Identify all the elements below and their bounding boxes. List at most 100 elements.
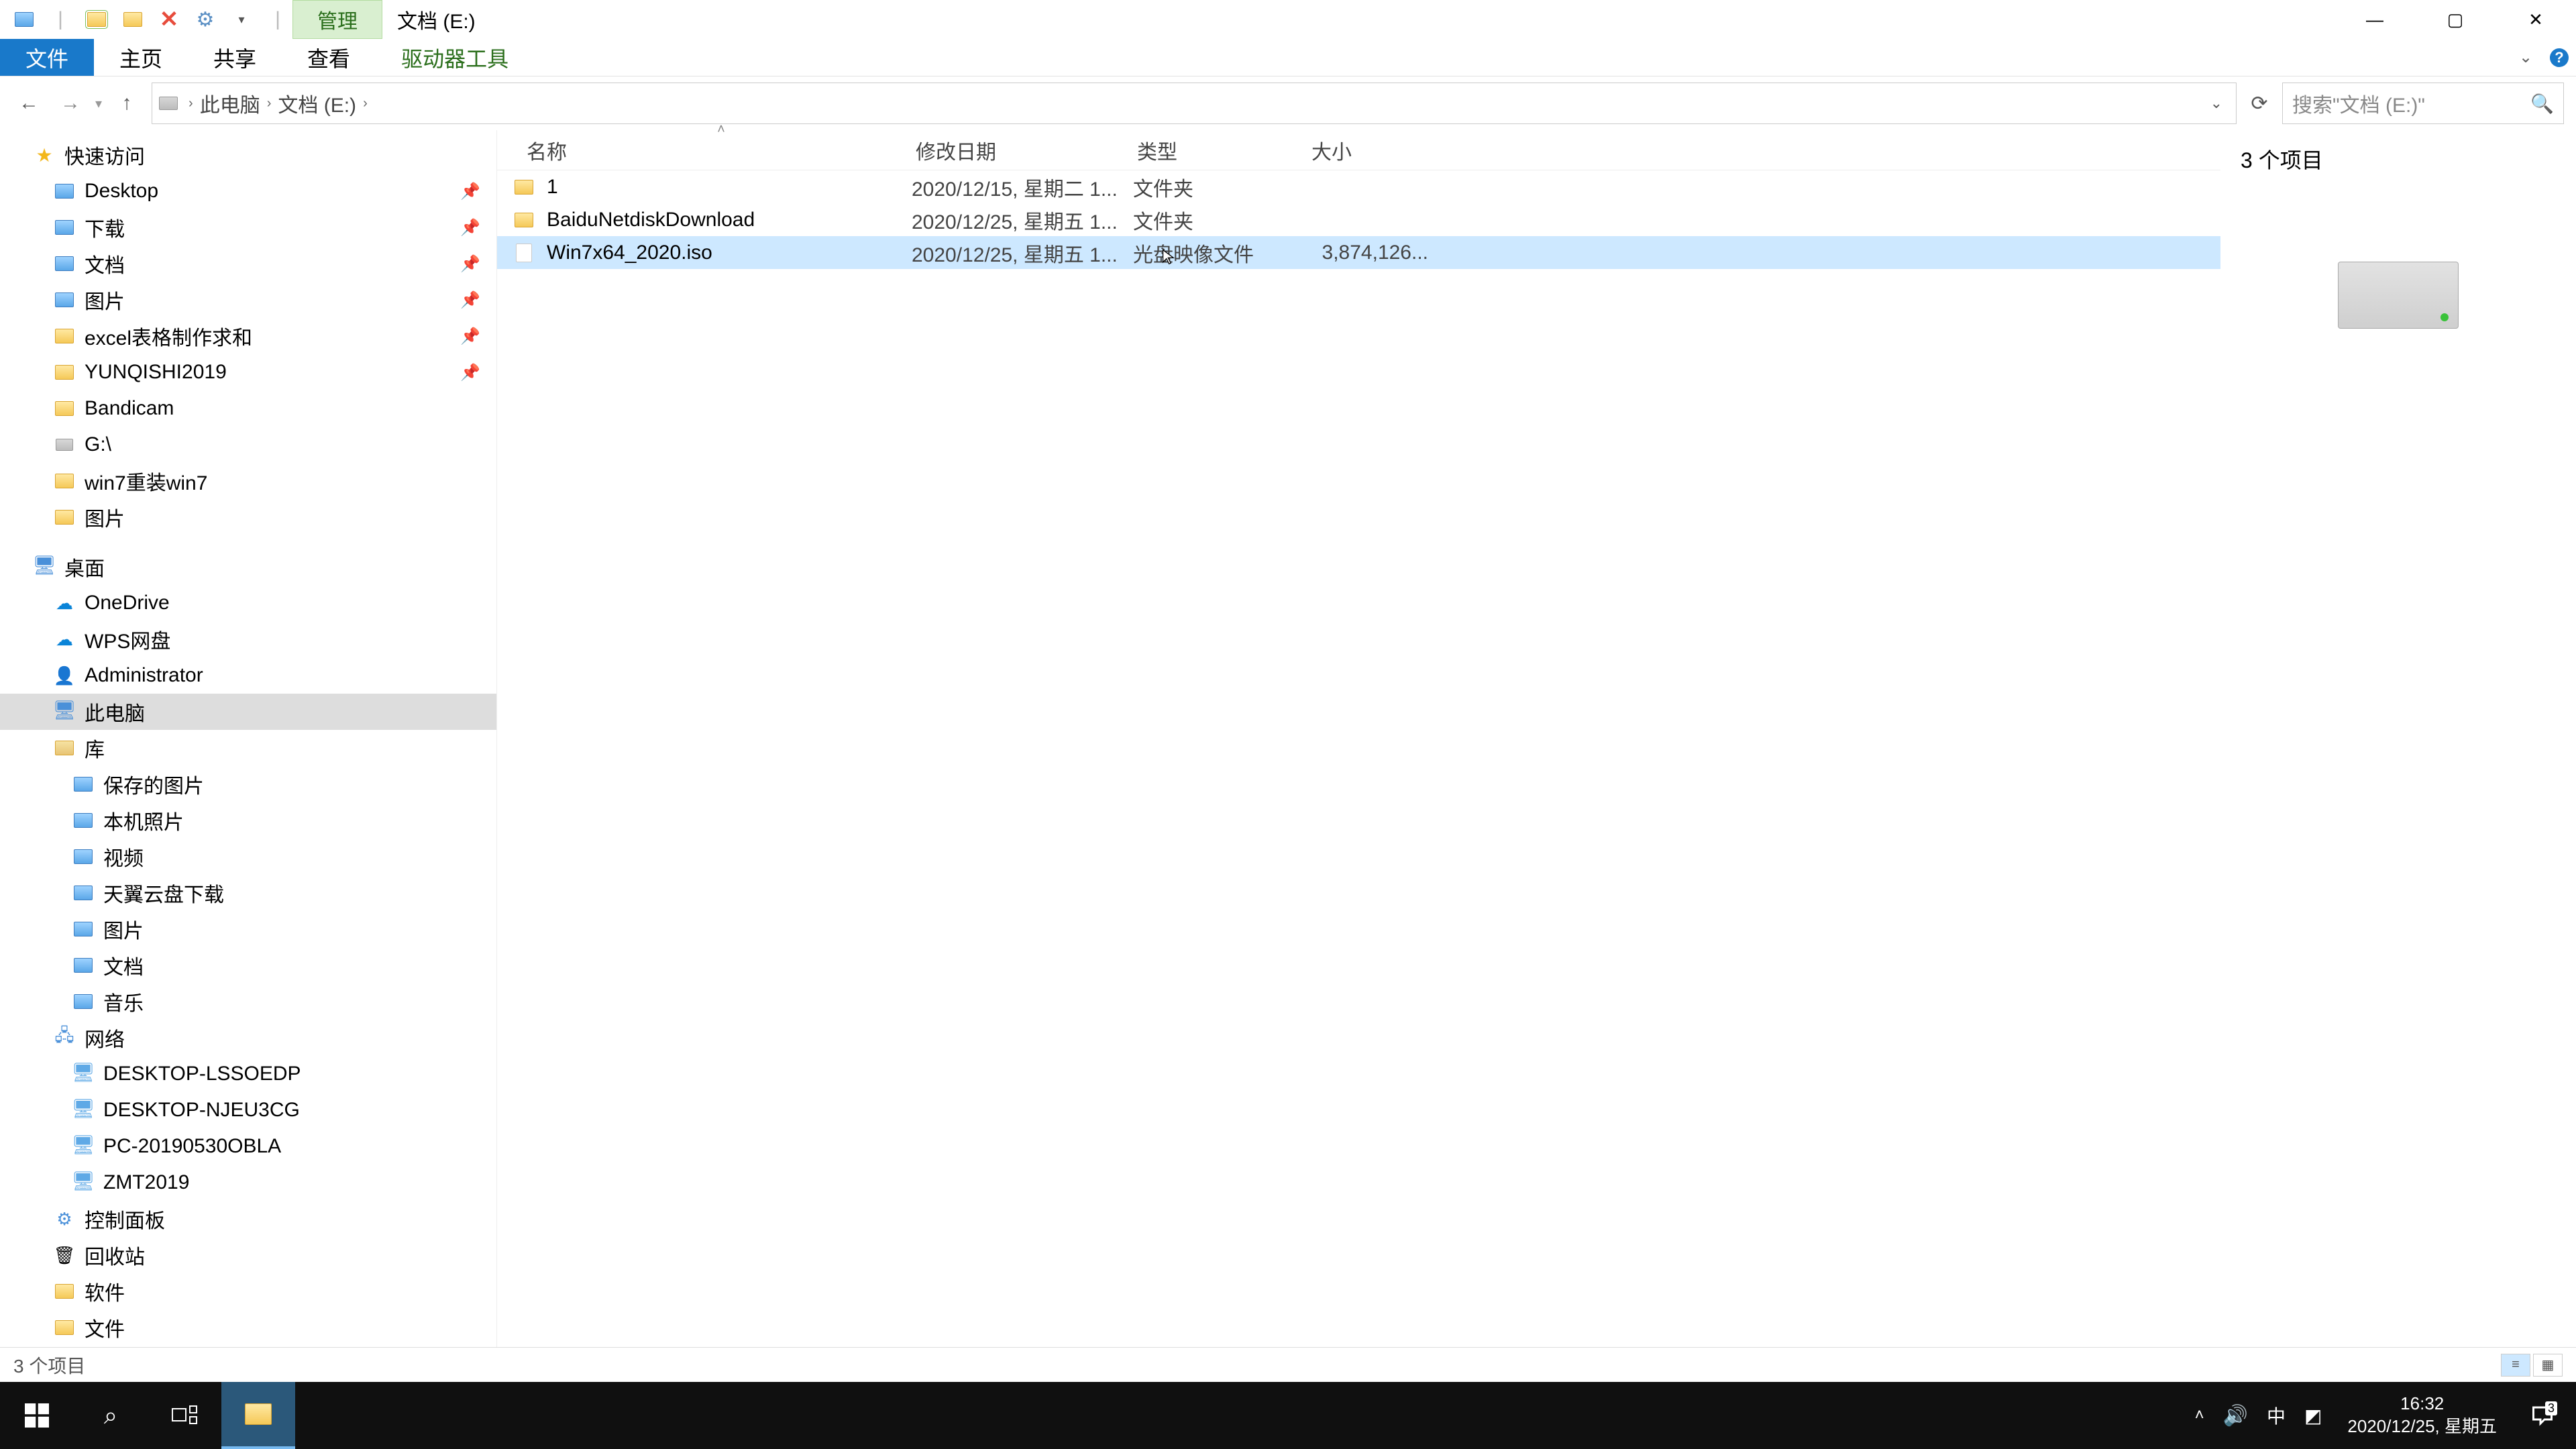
close-button[interactable]: ✕ bbox=[2496, 0, 2576, 39]
user-icon: 👤 bbox=[54, 665, 75, 686]
ribbon-expand-icon[interactable]: ⌄ bbox=[2509, 39, 2542, 76]
nav-forward-button[interactable]: → bbox=[54, 87, 87, 120]
sidebar-item[interactable]: 🗑回收站 bbox=[0, 1237, 496, 1273]
search-box[interactable]: 搜索"文档 (E:)" 🔍 bbox=[2282, 83, 2564, 124]
sidebar-item[interactable]: win7重装win7 bbox=[0, 463, 496, 499]
column-size[interactable]: 大小 bbox=[1311, 136, 1432, 165]
sidebar-item[interactable]: excel表格制作求和📌 bbox=[0, 318, 496, 354]
sidebar-item-label: DESKTOP-NJEU3CG bbox=[103, 1099, 300, 1122]
sidebar-item[interactable]: 库 bbox=[0, 730, 496, 766]
security-icon[interactable]: ◩ bbox=[2304, 1405, 2322, 1427]
sidebar-item[interactable]: 文件 bbox=[0, 1309, 496, 1346]
windows-icon bbox=[25, 1403, 49, 1428]
volume-icon[interactable]: 🔊 bbox=[2223, 1404, 2248, 1428]
ribbon-tab-drive-tools[interactable]: 驱动器工具 bbox=[376, 39, 534, 76]
folder-icon bbox=[55, 329, 74, 343]
sidebar-item[interactable]: 保存的图片 bbox=[0, 766, 496, 802]
help-button[interactable]: ? bbox=[2542, 39, 2576, 76]
tray-overflow-icon[interactable]: ˄ bbox=[2195, 1406, 2204, 1425]
maximize-button[interactable]: ▢ bbox=[2415, 0, 2496, 39]
sidebar-item[interactable]: YUNQISHI2019📌 bbox=[0, 354, 496, 390]
column-date[interactable]: 修改日期 bbox=[916, 136, 1137, 165]
chevron-right-icon[interactable]: › bbox=[360, 96, 370, 111]
sidebar-item[interactable]: ☁OneDrive bbox=[0, 585, 496, 621]
breadcrumb-dropdown[interactable]: ⌄ bbox=[2204, 95, 2229, 112]
sidebar-item[interactable]: 文档 bbox=[0, 947, 496, 983]
qat-new-folder-icon[interactable] bbox=[118, 5, 148, 34]
sidebar-item[interactable]: ★快速访问 bbox=[0, 137, 496, 173]
sidebar-item[interactable]: Bandicam bbox=[0, 390, 496, 427]
file-row[interactable]: Win7x64_2020.iso2020/12/25, 星期五 1...光盘映像… bbox=[497, 236, 2220, 269]
pin-icon: 📌 bbox=[460, 218, 496, 237]
ime-indicator[interactable]: 中 bbox=[2267, 1402, 2286, 1429]
ribbon-tab-share[interactable]: 共享 bbox=[188, 39, 282, 76]
ribbon-tab-view[interactable]: 查看 bbox=[282, 39, 376, 76]
view-switcher: ≡ ▦ bbox=[2501, 1354, 2563, 1377]
search-button[interactable]: ⌕ bbox=[74, 1382, 148, 1449]
sidebar-item[interactable]: 下载📌 bbox=[0, 209, 496, 246]
qat-delete-icon[interactable]: ✕ bbox=[154, 5, 184, 34]
sidebar-item[interactable]: 🖥DESKTOP-LSSOEDP bbox=[0, 1056, 496, 1092]
sidebar-item[interactable]: 🖥ZMT2019 bbox=[0, 1165, 496, 1201]
nav-up-button[interactable]: ↑ bbox=[110, 87, 144, 120]
chevron-right-icon[interactable]: › bbox=[186, 96, 196, 111]
qat-app-icon[interactable] bbox=[9, 5, 39, 34]
qat-settings-icon[interactable]: ⚙ bbox=[191, 5, 220, 34]
file-name: BaiduNetdiskDownload bbox=[547, 209, 912, 231]
column-type[interactable]: 类型 bbox=[1137, 136, 1311, 165]
main-area: ★快速访问Desktop📌下载📌文档📌图片📌excel表格制作求和📌YUNQIS… bbox=[0, 130, 2576, 1347]
icons-view-button[interactable]: ▦ bbox=[2533, 1354, 2563, 1377]
taskbar-explorer[interactable] bbox=[221, 1382, 295, 1449]
sidebar-item[interactable]: Desktop📌 bbox=[0, 173, 496, 209]
folder-icon bbox=[55, 474, 74, 488]
refresh-button[interactable]: ⟳ bbox=[2245, 92, 2274, 115]
sidebar-item[interactable]: 本机照片 bbox=[0, 802, 496, 839]
sidebar-item[interactable]: 图片 bbox=[0, 499, 496, 535]
nav-back-button[interactable]: ← bbox=[12, 87, 46, 120]
window-title: 文档 (E:) bbox=[382, 5, 476, 34]
action-center-button[interactable]: 3 bbox=[2522, 1403, 2563, 1428]
sidebar-item[interactable]: 🖥此电脑 bbox=[0, 694, 496, 730]
chevron-right-icon[interactable]: › bbox=[264, 96, 274, 111]
ribbon-tab-file[interactable]: 文件 bbox=[0, 39, 94, 76]
task-view-button[interactable] bbox=[148, 1382, 221, 1449]
file-date: 2020/12/25, 星期五 1... bbox=[912, 205, 1133, 235]
sidebar-item[interactable]: 图片 bbox=[0, 911, 496, 947]
taskbar-clock[interactable]: 16:32 2020/12/25, 星期五 bbox=[2341, 1393, 2504, 1438]
sidebar-item[interactable]: ⚙控制面板 bbox=[0, 1201, 496, 1237]
minimize-button[interactable]: — bbox=[2334, 0, 2415, 39]
qat-dropdown-icon[interactable]: ▾ bbox=[227, 5, 256, 34]
sidebar-item[interactable]: ☁WPS网盘 bbox=[0, 621, 496, 657]
breadcrumb-item[interactable]: 文档 (E:) bbox=[274, 89, 360, 118]
nav-history-dropdown[interactable]: ▾ bbox=[95, 95, 102, 112]
sidebar-item[interactable]: 图片📌 bbox=[0, 282, 496, 318]
file-row[interactable]: BaiduNetdiskDownload2020/12/25, 星期五 1...… bbox=[497, 203, 2220, 236]
file-size: 3,874,126... bbox=[1307, 241, 1428, 264]
column-name[interactable]: ˄ 名称 bbox=[527, 136, 916, 165]
sidebar-item[interactable]: 天翼云盘下载 bbox=[0, 875, 496, 911]
status-bar: 3 个项目 ≡ ▦ bbox=[0, 1347, 2576, 1382]
sidebar-item[interactable]: 🖥PC-20190530OBLA bbox=[0, 1128, 496, 1165]
details-view-button[interactable]: ≡ bbox=[2501, 1354, 2530, 1377]
breadcrumb[interactable]: › 此电脑 › 文档 (E:) › ⌄ bbox=[152, 83, 2237, 124]
sidebar-item[interactable]: G:\ bbox=[0, 427, 496, 463]
start-button[interactable] bbox=[0, 1382, 74, 1449]
qat-properties-icon[interactable] bbox=[82, 5, 111, 34]
sidebar-item[interactable]: 音乐 bbox=[0, 983, 496, 1020]
sidebar-item[interactable]: 🖧网络 bbox=[0, 1020, 496, 1056]
wps-icon: ☁ bbox=[56, 629, 73, 650]
file-list[interactable]: 12020/12/15, 星期二 1...文件夹BaiduNetdiskDown… bbox=[497, 170, 2220, 1347]
ribbon-tab-home[interactable]: 主页 bbox=[94, 39, 188, 76]
sidebar-item[interactable]: 🖥桌面 bbox=[0, 549, 496, 585]
file-row[interactable]: 12020/12/15, 星期二 1...文件夹 bbox=[497, 170, 2220, 203]
search-icon[interactable]: 🔍 bbox=[2530, 93, 2554, 115]
breadcrumb-item[interactable]: 此电脑 bbox=[196, 89, 264, 118]
sidebar-item[interactable]: 软件 bbox=[0, 1273, 496, 1309]
titlebar: | ✕ ⚙ ▾ | 管理 文档 (E:) — ▢ ✕ bbox=[0, 0, 2576, 39]
sidebar-item-label: 文档 bbox=[103, 951, 144, 980]
navigation-sidebar[interactable]: ★快速访问Desktop📌下载📌文档📌图片📌excel表格制作求和📌YUNQIS… bbox=[0, 130, 496, 1347]
sidebar-item[interactable]: 文档📌 bbox=[0, 246, 496, 282]
sidebar-item[interactable]: 视频 bbox=[0, 839, 496, 875]
sidebar-item[interactable]: 👤Administrator bbox=[0, 657, 496, 694]
sidebar-item[interactable]: 🖥DESKTOP-NJEU3CG bbox=[0, 1092, 496, 1128]
